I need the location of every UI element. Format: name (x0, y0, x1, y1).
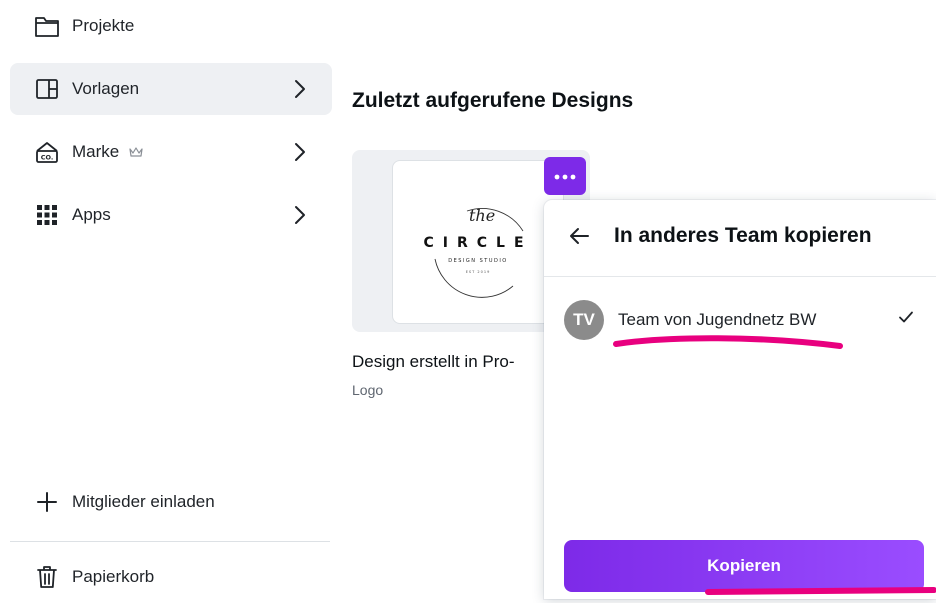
panel-title: In anderes Team kopieren (614, 224, 872, 247)
trash-icon (34, 564, 60, 590)
design-title[interactable]: Design erstellt in Pro- (352, 352, 515, 372)
svg-text:CO.: CO. (41, 154, 54, 162)
logo-thumbnail: the CIRCLE DESIGN STUDIO EST 2019 (392, 160, 564, 324)
sidebar-item-label: Projekte (72, 16, 135, 35)
back-arrow-icon[interactable] (568, 226, 590, 246)
design-type: Logo (352, 382, 384, 398)
sidebar-item-label: Vorlagen (72, 79, 140, 98)
chevron-right-icon (294, 205, 306, 225)
logo-the-text: the (469, 206, 495, 225)
team-name: Team von Jugendnetz BW (618, 310, 817, 329)
folder-icon (34, 13, 60, 39)
chevron-right-icon (294, 79, 306, 99)
team-avatar: TV (564, 300, 604, 340)
template-icon (34, 76, 60, 102)
section-title: Zuletzt aufgerufene Designs (352, 89, 634, 112)
logo-circle-text: CIRCLE (423, 235, 532, 251)
crown-icon (129, 146, 143, 158)
copy-to-team-panel: In anderes Team kopieren TV Team von Jug… (544, 200, 936, 599)
chevron-right-icon (294, 142, 306, 162)
sidebar-item-apps[interactable]: Apps (10, 189, 332, 241)
sidebar-divider (10, 541, 330, 542)
checkmark-icon (898, 310, 914, 324)
more-options-button[interactable] (544, 157, 586, 195)
team-option[interactable]: TV Team von Jugendnetz BW (564, 298, 924, 342)
sidebar-item-papierkorb[interactable]: Papierkorb (10, 551, 332, 603)
logo-tagline: DESIGN STUDIO (448, 258, 508, 264)
more-dots-icon (554, 167, 576, 185)
invite-members-button[interactable]: Mitglieder einladen (10, 476, 332, 528)
trash-label: Papierkorb (72, 567, 155, 586)
brand-kit-icon: CO. (34, 139, 60, 165)
sidebar-item-label: Apps (72, 205, 111, 224)
sidebar-item-projekte[interactable]: Projekte (10, 0, 332, 52)
sidebar-item-label: Marke (72, 142, 120, 161)
invite-label: Mitglieder einladen (72, 492, 215, 511)
sidebar-item-vorlagen[interactable]: Vorlagen (10, 63, 332, 115)
logo-small-text: EST 2019 (466, 270, 491, 274)
copy-button[interactable]: Kopieren (564, 540, 924, 592)
sidebar-item-marke[interactable]: CO. Marke (10, 126, 332, 178)
apps-grid-icon (34, 202, 60, 228)
plus-icon (34, 489, 60, 515)
panel-header: In anderes Team kopieren (544, 200, 936, 277)
